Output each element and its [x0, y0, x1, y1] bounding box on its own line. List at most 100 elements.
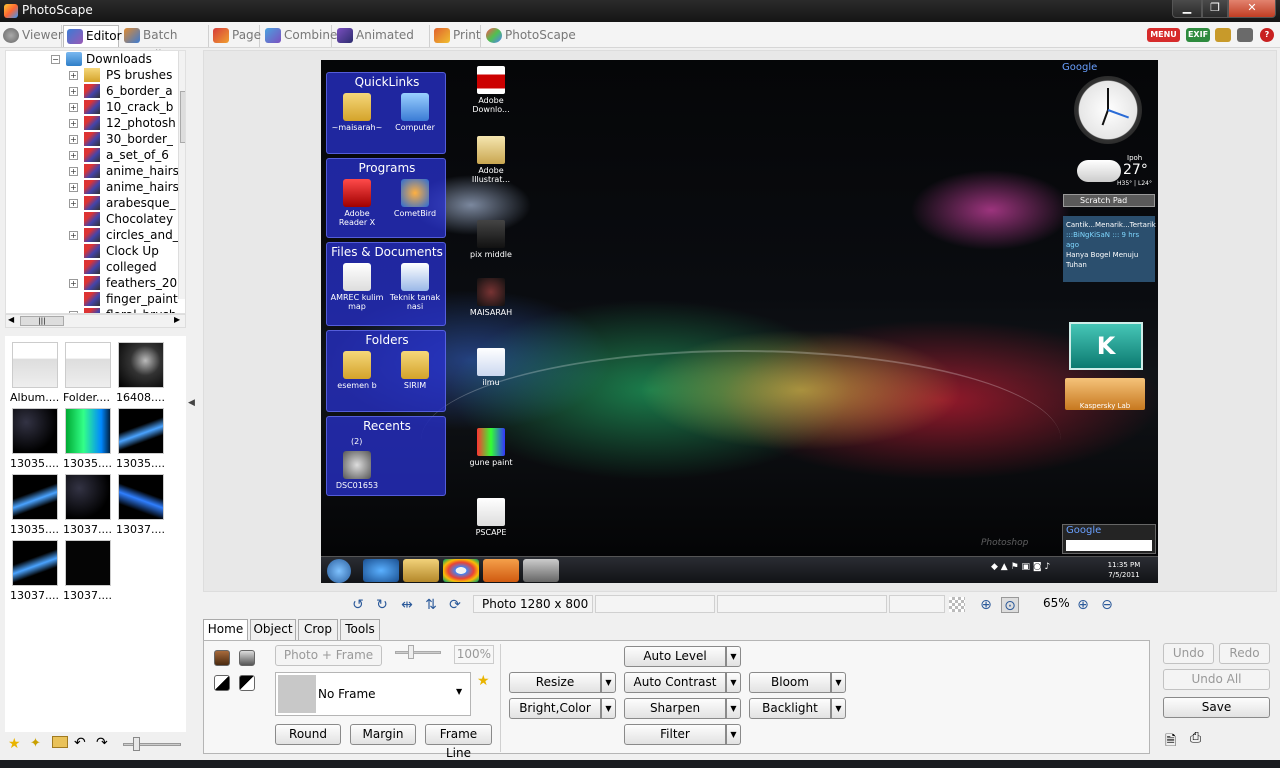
scroll-right-icon[interactable]: ▶ — [174, 315, 180, 324]
expand-icon[interactable]: + — [69, 103, 78, 112]
film-icon[interactable] — [1215, 28, 1231, 42]
expand-icon[interactable]: + — [69, 87, 78, 96]
forward-icon[interactable]: ↷ — [96, 735, 108, 751]
bloom-dropdown[interactable]: ▼ — [831, 672, 846, 693]
thumbnail[interactable]: 13037.... — [10, 536, 60, 602]
bloom-button[interactable]: Bloom — [749, 672, 831, 693]
menu-button[interactable]: MENU — [1147, 28, 1180, 42]
zoom-out-icon[interactable]: ⊖ — [1098, 597, 1116, 613]
tree-item[interactable]: + circles_and_ — [6, 227, 185, 243]
help-button[interactable]: ? — [1260, 28, 1274, 42]
resize-button[interactable]: Resize — [509, 672, 601, 693]
auto-style-icon[interactable] — [214, 650, 230, 666]
transparency-icon[interactable] — [949, 597, 965, 612]
tab-batch-editor[interactable]: Batch Editor — [121, 25, 209, 62]
tree-item[interactable]: colleged — [6, 259, 185, 275]
expand-icon[interactable]: + — [69, 151, 78, 160]
copy-icon[interactable] — [1237, 28, 1253, 42]
bright-color-dropdown[interactable]: ▼ — [601, 698, 616, 719]
star-icon[interactable]: ★ — [8, 736, 21, 752]
expand-icon[interactable]: + — [69, 183, 78, 192]
thumbnail[interactable]: 13037.... — [63, 470, 113, 536]
print-icon[interactable]: ⎙ — [1190, 730, 1210, 748]
thumbnail[interactable]: 13035.... — [116, 404, 166, 470]
gray-style-icon[interactable] — [239, 650, 255, 666]
tree-item[interactable]: + a_set_of_6 — [6, 147, 185, 163]
frame-slider-knob[interactable] — [408, 645, 414, 659]
tree-item[interactable]: Chocolatey — [6, 211, 185, 227]
folder-open-icon[interactable] — [52, 736, 68, 748]
flip-horizontal-icon[interactable]: ⇹ — [398, 597, 416, 613]
frame-line-button[interactable]: Frame Line — [425, 724, 492, 760]
expand-icon[interactable]: + — [69, 135, 78, 144]
redo-button[interactable]: Redo — [1219, 643, 1270, 664]
expand-icon[interactable]: + — [69, 199, 78, 208]
tab-viewer[interactable]: Viewer — [0, 25, 63, 47]
tree-item[interactable]: +floral_brush — [6, 307, 185, 313]
scroll-left-icon[interactable]: ◀ — [8, 315, 14, 324]
tab-crop[interactable]: Crop — [298, 619, 338, 640]
thumbnail[interactable]: 13035.... — [63, 404, 113, 470]
zoom-fit-icon[interactable]: ⊕ — [977, 597, 995, 613]
scrollbar-thumb[interactable]: ||| — [20, 316, 64, 326]
expand-icon[interactable]: + — [69, 231, 78, 240]
collapse-icon[interactable]: − — [51, 55, 60, 64]
expand-icon[interactable]: + — [69, 279, 78, 288]
filter-button[interactable]: Filter — [624, 724, 726, 745]
sparkle-icon[interactable]: ✦ — [30, 736, 41, 751]
auto-contrast-dropdown[interactable]: ▼ — [726, 672, 741, 693]
backlight-button[interactable]: Backlight — [749, 698, 831, 719]
rotate-left-icon[interactable]: ↺ — [349, 597, 367, 613]
tab-object[interactable]: Object — [250, 619, 296, 640]
expand-icon[interactable]: + — [69, 119, 78, 128]
rotate-right-icon[interactable]: ↻ — [373, 597, 391, 613]
thumbnail[interactable]: 13035.... — [10, 404, 60, 470]
tab-print[interactable]: Print — [431, 25, 481, 47]
minimize-button[interactable]: ▁ — [1172, 0, 1202, 18]
expand-icon[interactable]: + — [69, 167, 78, 176]
tab-photoscape[interactable]: PhotoScape — [483, 25, 576, 47]
tree-item[interactable]: +10_crack_b — [6, 99, 185, 115]
margin-button[interactable]: Margin — [350, 724, 416, 745]
thumbnail[interactable]: 13037.... — [116, 470, 166, 536]
tree-item[interactable]: + PS brushes — [6, 67, 185, 83]
frame-select[interactable]: No Frame ▼ — [275, 672, 471, 716]
tab-page[interactable]: Page — [210, 25, 261, 47]
auto-level-dropdown[interactable]: ▼ — [726, 646, 741, 667]
photo-preview[interactable]: QuickLinks ~maisarah~ Computer Programs Adob… — [321, 60, 1158, 583]
frame-percent[interactable]: 100% — [454, 645, 494, 664]
zoom-in-icon[interactable]: ⊕ — [1074, 597, 1092, 613]
save-button[interactable]: Save — [1163, 697, 1270, 718]
undo-button[interactable]: Undo — [1163, 643, 1214, 664]
star-icon[interactable]: ★ — [477, 673, 490, 689]
sharpen-button[interactable]: Sharpen — [624, 698, 726, 719]
sharpen-dropdown[interactable]: ▼ — [726, 698, 741, 719]
slider-knob[interactable] — [133, 737, 140, 751]
thumbnail[interactable]: Album.... — [10, 338, 60, 404]
resize-dropdown[interactable]: ▼ — [601, 672, 616, 693]
thumbnail[interactable]: Folder.... — [63, 338, 113, 404]
tab-tools[interactable]: Tools — [340, 619, 380, 640]
thumbnail[interactable]: 13037.... — [63, 536, 113, 602]
tree-horizontal-scrollbar[interactable]: ◀ ||| ▶ — [5, 314, 186, 328]
close-button[interactable]: ✕ — [1228, 0, 1276, 18]
expand-icon[interactable]: + — [69, 71, 78, 80]
filter-dropdown[interactable]: ▼ — [726, 724, 741, 745]
backlight-dropdown[interactable]: ▼ — [831, 698, 846, 719]
tab-home[interactable]: Home — [203, 619, 248, 641]
tab-editor[interactable]: Editor — [63, 25, 122, 47]
tree-item[interactable]: + anime_hairs — [6, 163, 185, 179]
tree-item[interactable]: + feathers_20 — [6, 275, 185, 291]
photo-frame-button[interactable]: Photo + Frame — [275, 645, 382, 666]
invert-icon[interactable] — [239, 675, 255, 691]
thumb-size-slider[interactable] — [123, 743, 181, 746]
bright-color-button[interactable]: Bright,Color — [509, 698, 601, 719]
thumbnail[interactable]: 13035.... — [10, 470, 60, 536]
zoom-actual-icon[interactable]: ⊙ — [1001, 597, 1019, 614]
tree-scrollbar[interactable] — [178, 51, 185, 299]
back-icon[interactable]: ↶ — [74, 735, 86, 751]
auto-contrast-button[interactable]: Auto Contrast — [624, 672, 726, 693]
rotate-free-icon[interactable]: ⟳ — [446, 597, 464, 613]
scrollbar-thumb[interactable] — [180, 91, 185, 143]
undo-all-button[interactable]: Undo All — [1163, 669, 1270, 690]
